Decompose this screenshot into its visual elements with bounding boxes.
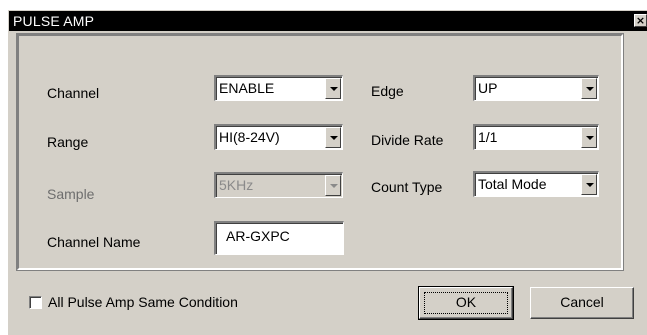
divide-rate-select[interactable]: 1/1 [473,124,599,150]
chevron-down-icon[interactable] [581,78,597,99]
range-value: HI(8-24V) [219,129,280,145]
channel-name-value: AR-GXPC [226,228,290,244]
divide-rate-label: Divide Rate [371,132,444,148]
range-select[interactable]: HI(8-24V) [214,124,343,150]
window-title: PULSE AMP [13,13,95,29]
chevron-down-icon[interactable] [325,78,341,99]
cancel-button-label: Cancel [560,294,604,310]
same-condition-checkbox[interactable] [29,296,42,309]
channel-select[interactable]: ENABLE [214,75,343,101]
ok-button[interactable]: OK [418,286,514,320]
same-condition-label[interactable]: All Pulse Amp Same Condition [48,294,238,310]
chevron-down-icon[interactable] [325,127,341,148]
edge-value: UP [478,80,498,96]
close-icon[interactable]: × [634,14,647,27]
edge-label: Edge [371,83,404,99]
sample-select: 5KHz [214,172,343,198]
divide-rate-value: 1/1 [478,129,498,145]
ok-button-label: OK [455,294,477,310]
count-type-label: Count Type [371,179,443,195]
chevron-down-icon [325,175,341,196]
range-label: Range [47,134,89,150]
channel-value: ENABLE [219,80,275,96]
channel-name-label: Channel Name [47,234,141,250]
count-type-value: Total Mode [478,176,547,192]
cancel-button[interactable]: Cancel [530,287,634,319]
title-bar[interactable]: PULSE AMP × [9,11,647,31]
chevron-down-icon[interactable] [581,127,597,148]
edge-select[interactable]: UP [473,75,599,101]
count-type-select[interactable]: Total Mode [473,171,599,197]
chevron-down-icon[interactable] [581,174,597,195]
channel-label: Channel [47,85,100,101]
channel-name-input[interactable]: AR-GXPC [214,221,344,255]
sample-label: Sample [47,186,95,202]
sample-value: 5KHz [219,177,254,193]
